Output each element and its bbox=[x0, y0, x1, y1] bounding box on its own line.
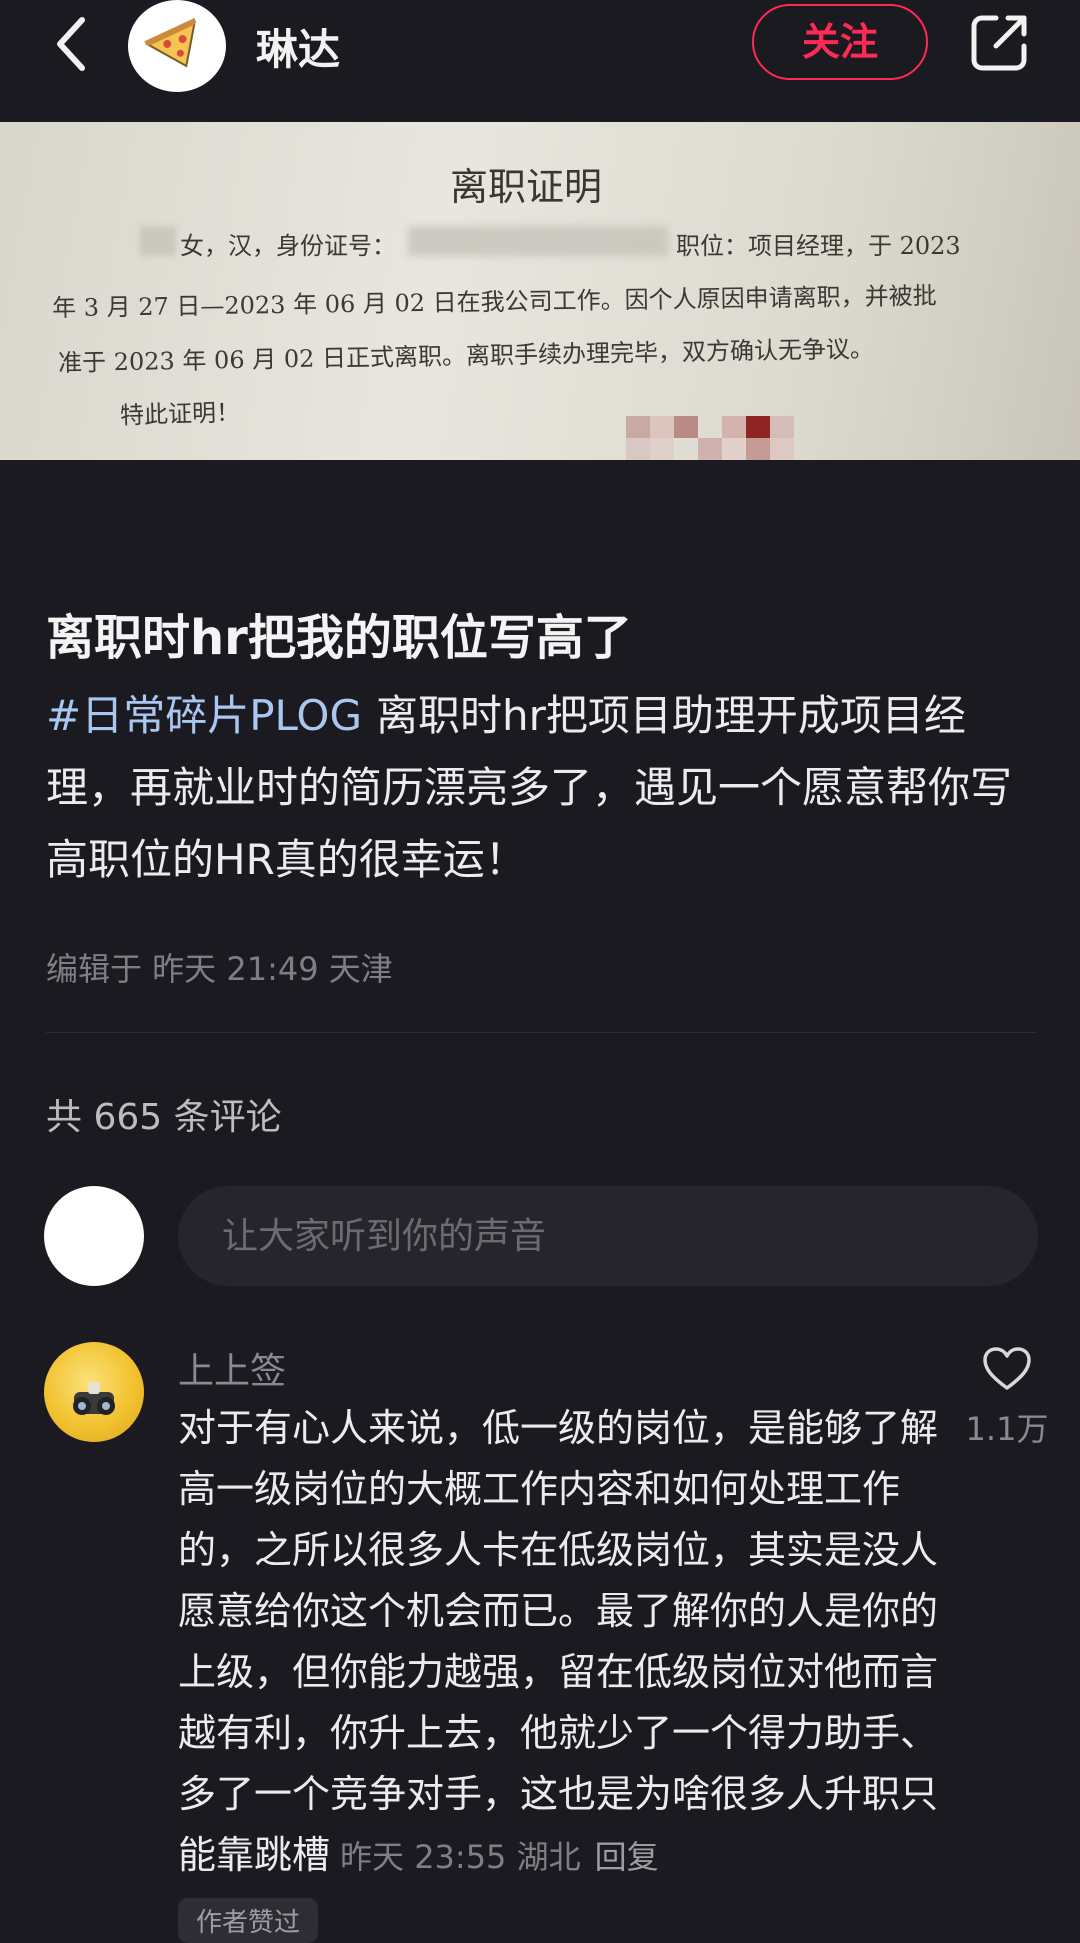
post-edit-meta: 编辑于 昨天 21:49 天津 bbox=[46, 950, 393, 988]
post-body: #日常碎片PLOG 离职时hr把项目助理开成项目经理，再就业时的简历漂亮多了，遇见… bbox=[46, 680, 1036, 896]
pizza-icon bbox=[144, 17, 196, 68]
like-count: 1.1万 bbox=[965, 1410, 1049, 1448]
top-bar: 琳达 关注 bbox=[0, 0, 1080, 122]
hashtag-link[interactable]: #日常碎片PLOG bbox=[46, 691, 362, 740]
redacted-name bbox=[140, 226, 176, 256]
document-title: 离职证明 bbox=[450, 165, 603, 209]
chevron-left-icon[interactable] bbox=[44, 8, 100, 80]
post-image[interactable]: 离职证明 女，汉，身份证号： 职位：项目经理，于 2023 年 3 月 27 日… bbox=[0, 122, 1080, 460]
document-line: 特此证明！ bbox=[119, 398, 241, 430]
comment-input[interactable] bbox=[178, 1186, 1038, 1286]
comment-meta: 昨天 23:55 湖北 bbox=[340, 1838, 581, 1876]
document-photo: 离职证明 女，汉，身份证号： 职位：项目经理，于 2023 年 3 月 27 日… bbox=[0, 122, 1080, 460]
comment-text: 对于有心人来说，低一级的岗位，是能够了解高一级岗位的大概工作内容和如何处理工作的… bbox=[178, 1406, 939, 1877]
comment-count: 共 665 条评论 bbox=[46, 1097, 282, 1138]
document-line: 年 3 月 27 日—2023 年 06 月 02 日在我公司工作。因个人原因申… bbox=[51, 281, 937, 323]
document-line: 职位：项目经理，于 2023 bbox=[676, 232, 961, 260]
share-icon[interactable] bbox=[968, 10, 1032, 74]
author-avatar[interactable] bbox=[128, 0, 226, 92]
post-title: 离职时hr把我的职位写高了 bbox=[46, 610, 632, 666]
comment-body: 对于有心人来说，低一级的岗位，是能够了解高一级岗位的大概工作内容和如何处理工作的… bbox=[178, 1398, 948, 1888]
author-liked-badge: 作者赞过 bbox=[178, 1898, 319, 1943]
commenter-avatar[interactable] bbox=[44, 1342, 144, 1442]
follow-button[interactable]: 关注 bbox=[752, 4, 928, 80]
document-line: 女，汉，身份证号： bbox=[180, 232, 396, 260]
heart-icon[interactable] bbox=[982, 1346, 1032, 1392]
binoculars-icon bbox=[73, 1382, 115, 1415]
author-name[interactable]: 琳达 bbox=[256, 16, 340, 77]
document-line: 准于 2023 年 06 月 02 日正式离职。离职手续办理完毕，双方确认无争议… bbox=[57, 334, 875, 378]
reply-button[interactable]: 回复 bbox=[595, 1838, 659, 1876]
my-avatar bbox=[44, 1186, 144, 1286]
commenter-name[interactable]: 上上签 bbox=[178, 1342, 286, 1394]
redacted-id bbox=[408, 226, 668, 256]
divider bbox=[46, 1032, 1036, 1033]
